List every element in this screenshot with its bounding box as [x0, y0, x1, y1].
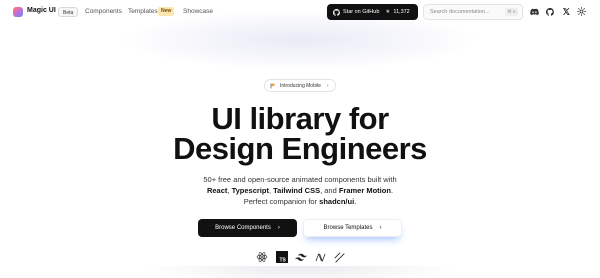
search-input[interactable]: Search documentation... ⌘ K — [423, 4, 523, 20]
svg-text:TS: TS — [280, 258, 287, 264]
typescript-icon: TS — [276, 251, 288, 263]
react-icon — [256, 251, 268, 263]
nav-components[interactable]: Components — [85, 8, 122, 15]
chevron-right-icon: › — [326, 82, 329, 89]
search-shortcut: ⌘ K — [505, 8, 518, 16]
tech-react: React — [206, 186, 228, 195]
browse-templates-label: Browse Templates — [323, 225, 373, 231]
github-star-button[interactable]: Star on GitHub ★ 11,372 — [327, 4, 418, 20]
shadcn-link: shadcn/ui — [319, 197, 355, 206]
star-icon: ★ — [385, 9, 391, 15]
framer-motion-icon — [314, 251, 326, 263]
tailwind-icon — [295, 251, 307, 263]
chevron-right-icon: › — [379, 225, 382, 231]
bottom-fade — [140, 266, 460, 278]
announcement-label: Introducing Mobile — [280, 82, 321, 89]
shadcn-icon — [333, 251, 345, 263]
announcement-pill[interactable]: Introducing Mobile › — [264, 79, 336, 92]
theme-toggle-icon[interactable] — [576, 6, 587, 17]
tech-typescript: Typescript — [231, 186, 269, 195]
tech-framer-motion: Framer Motion — [338, 186, 391, 195]
new-badge: New — [158, 7, 175, 16]
browse-templates-button[interactable]: Browse Templates › — [303, 219, 402, 237]
hero-subtitle-line1: 50+ free and open-source animated compon… — [203, 175, 397, 184]
flag-icon — [270, 83, 275, 88]
discord-icon[interactable] — [529, 6, 540, 17]
browse-components-button[interactable]: Browse Components › — [198, 219, 297, 237]
browse-components-label: Browse Components — [215, 225, 271, 231]
nav-showcase[interactable]: Showcase — [183, 8, 213, 15]
hero-subtitle-line3: Perfect companion for shadcn/ui. — [243, 197, 357, 206]
github-button-label: Star on GitHub — [343, 9, 380, 15]
brand-name[interactable]: Magic UI — [27, 7, 56, 14]
hero-title-line2: Design Engineers — [173, 131, 427, 166]
github-icon — [333, 8, 340, 16]
x-icon[interactable] — [561, 6, 572, 17]
top-nav: Magic UI Beta Components Templates New S… — [0, 0, 600, 24]
hero-subtitle-line2: React, Typescript, Tailwind CSS, and Fra… — [206, 186, 394, 195]
tech-tailwind: Tailwind CSS — [273, 186, 321, 195]
github-star-count: 11,372 — [393, 9, 410, 15]
nav-templates[interactable]: Templates — [128, 8, 158, 15]
search-placeholder: Search documentation... — [430, 9, 490, 15]
chevron-right-icon: › — [277, 225, 280, 231]
github-icon[interactable] — [544, 6, 555, 17]
logo-icon[interactable] — [13, 7, 23, 17]
beta-badge: Beta — [58, 7, 79, 17]
